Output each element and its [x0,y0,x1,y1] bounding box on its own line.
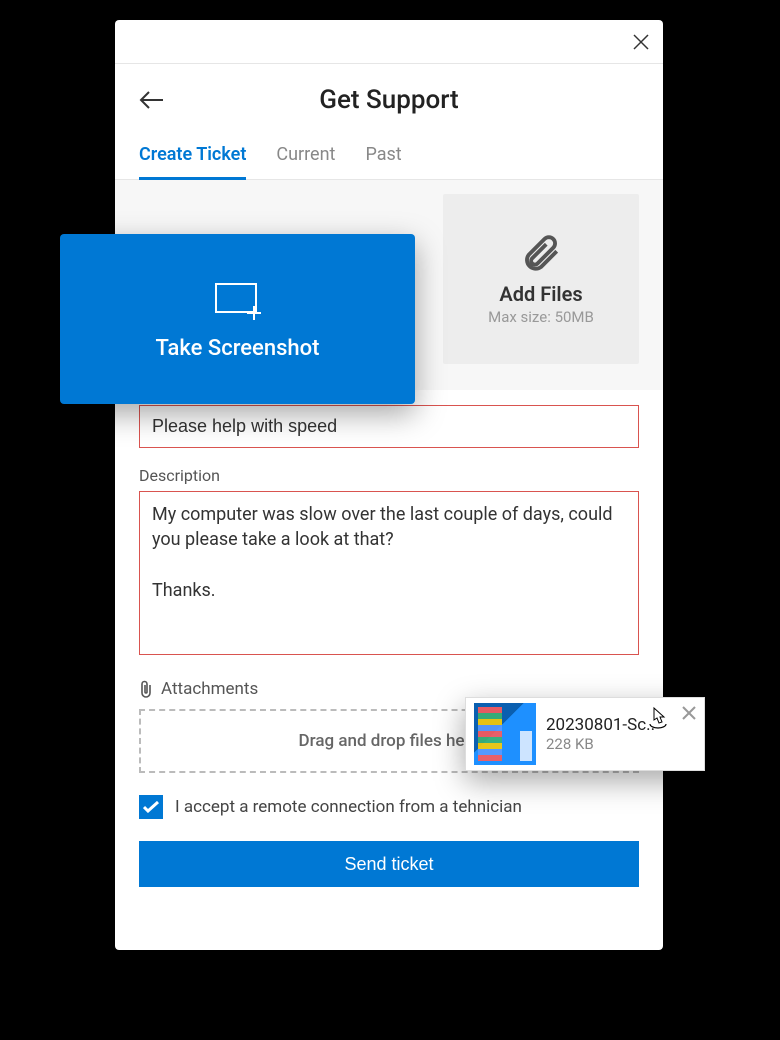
consent-checkbox[interactable] [139,795,163,819]
take-screenshot-button[interactable]: Take Screenshot [60,234,415,404]
tabs: Create Ticket Current Past [115,136,663,180]
screenshot-icon [210,278,266,322]
add-files-sublabel: Max size: 50MB [488,308,594,326]
tab-past[interactable]: Past [365,136,401,180]
titlebar [115,20,663,64]
attachment-filename: 20230801-Sc.. [546,715,672,735]
attachment-icon [139,680,153,698]
remove-attachment-icon[interactable] [682,706,696,720]
attachments-label: Attachments [161,679,258,699]
attachments-header: Attachments [139,679,639,699]
back-arrow-icon[interactable] [139,91,165,109]
description-label: Description [139,466,639,485]
attachment-thumbnail [474,703,536,765]
paperclip-icon [520,232,562,274]
header-row: Get Support [115,64,663,136]
take-screenshot-label: Take Screenshot [156,336,320,361]
attachment-filesize: 228 KB [546,735,672,753]
attachment-preview-card[interactable]: 20230801-Sc.. 228 KB [465,697,705,771]
add-files-button[interactable]: Add Files Max size: 50MB [443,194,639,364]
dropzone-text: Drag and drop files here [299,731,480,751]
consent-row: I accept a remote connection from a tehn… [139,795,639,819]
close-icon[interactable] [633,34,649,50]
tab-current[interactable]: Current [276,136,335,180]
support-panel: Get Support Create Ticket Current Past A… [115,20,663,950]
consent-label: I accept a remote connection from a tehn… [175,797,522,817]
description-input[interactable] [139,491,639,655]
tab-create-ticket[interactable]: Create Ticket [139,136,246,180]
page-title: Get Support [115,85,663,115]
send-ticket-button[interactable]: Send ticket [139,841,639,887]
add-files-label: Add Files [499,282,582,306]
subject-input[interactable] [139,405,639,448]
attachment-info: 20230801-Sc.. 228 KB [546,715,672,753]
checkmark-icon [143,801,159,813]
